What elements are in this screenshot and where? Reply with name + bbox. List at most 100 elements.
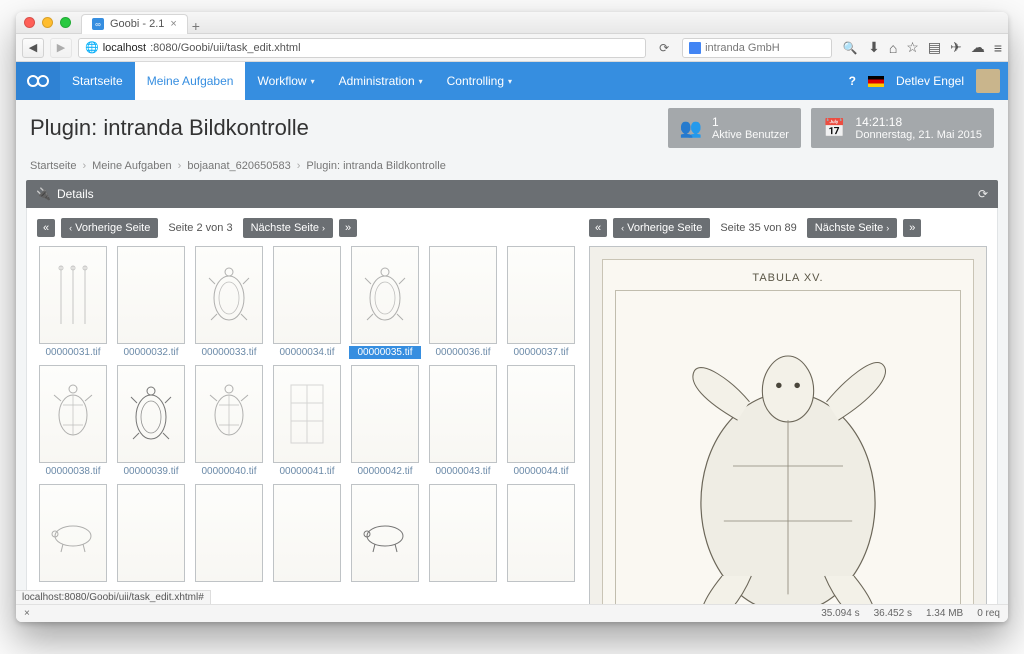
thumbnail[interactable]: 00000039.tif — [115, 365, 187, 478]
browser-search-field[interactable]: intranda GmbH — [682, 38, 832, 58]
thumbnail-image — [117, 484, 185, 582]
topnav: StartseiteMeine AufgabenWorkflow▾Adminis… — [16, 62, 1008, 100]
nav-item-administration[interactable]: Administration▾ — [327, 62, 435, 100]
minimize-window-button[interactable] — [42, 17, 53, 28]
preview-first-button[interactable]: « — [589, 219, 607, 237]
nav-item-controlling[interactable]: Controlling▾ — [435, 62, 524, 100]
tab-close-icon[interactable]: × — [170, 18, 176, 30]
preview-last-button[interactable]: » — [903, 219, 921, 237]
thumbnail-image — [351, 365, 419, 463]
brand-logo[interactable] — [16, 62, 60, 100]
thumbnail-image — [273, 484, 341, 582]
thumbnail[interactable]: 00000033.tif — [193, 246, 265, 359]
thumbnail[interactable] — [193, 484, 265, 586]
reload-button[interactable]: ⟳ — [652, 38, 676, 58]
date-label: Donnerstag, 21. Mai 2015 — [855, 129, 982, 141]
details-title: Details — [57, 187, 94, 201]
thumbnail-image — [351, 246, 419, 344]
search-go-icon[interactable]: 🔍 — [838, 38, 862, 58]
breadcrumb-item[interactable]: Meine Aufgaben — [92, 160, 172, 172]
nav-item-workflow[interactable]: Workflow▾ — [245, 62, 326, 100]
browser-window: ∞ Goobi - 2.1 × + ◀ ▶ 🌐 localhost:8080/G… — [16, 12, 1008, 622]
active-users-label: Aktive Benutzer — [712, 129, 789, 141]
status-bar: × 35.094 s 36.452 s 1.34 MB 0 req — [16, 604, 1008, 622]
thumbnail[interactable] — [115, 484, 187, 586]
browser-tab[interactable]: ∞ Goobi - 2.1 × — [81, 14, 188, 34]
clipboard-icon[interactable]: ▤ — [928, 39, 941, 56]
thumbnail[interactable]: 00000044.tif — [505, 365, 577, 478]
preview-next-button[interactable]: Nächste Seite› — [807, 218, 897, 238]
thumbnail-filename — [115, 584, 187, 586]
pager-first-button[interactable]: « — [37, 219, 55, 237]
thumbnail[interactable] — [427, 484, 499, 586]
thumbnail-filename: 00000036.tif — [427, 346, 499, 359]
thumbnail[interactable]: 00000032.tif — [115, 246, 187, 359]
thumbnail[interactable]: 00000043.tif — [427, 365, 499, 478]
download-icon[interactable]: ⬇ — [868, 39, 880, 56]
breadcrumb-item: Plugin: intranda Bildkontrolle — [306, 160, 445, 172]
pager-next-button[interactable]: Nächste Seite› — [243, 218, 333, 238]
star-icon[interactable]: ☆ — [906, 39, 919, 56]
thumbnail[interactable]: 00000038.tif — [37, 365, 109, 478]
thumbnail-filename — [193, 584, 265, 586]
thumbnail[interactable]: 00000041.tif — [271, 365, 343, 478]
forward-button[interactable]: ▶ — [50, 38, 72, 58]
thumbnail-image — [195, 246, 263, 344]
thumbnail[interactable]: 00000031.tif — [37, 246, 109, 359]
close-window-button[interactable] — [24, 17, 35, 28]
help-icon[interactable]: ? — [849, 74, 856, 88]
thumbnail-filename — [505, 584, 577, 586]
thumbnail-filename: 00000034.tif — [271, 346, 343, 359]
language-flag-icon[interactable] — [868, 76, 884, 87]
username[interactable]: Detlev Engel — [896, 74, 964, 88]
thumbnail[interactable] — [271, 484, 343, 586]
plate: TABULA XV. — [602, 259, 974, 614]
thumbnail[interactable]: 00000042.tif — [349, 365, 421, 478]
time-label: 14:21:18 — [855, 115, 982, 129]
thumbnail[interactable]: 00000035.tif — [349, 246, 421, 359]
thumbnail-image — [507, 246, 575, 344]
refresh-icon[interactable]: ⟳ — [978, 187, 988, 201]
pager-prev-button[interactable]: ‹Vorherige Seite — [61, 218, 158, 238]
status-close-icon[interactable]: × — [24, 608, 30, 619]
url-field[interactable]: 🌐 localhost:8080/Goobi/uii/task_edit.xht… — [78, 38, 646, 58]
thumbnail-column: « ‹Vorherige Seite Seite 2 von 3 Nächste… — [37, 218, 577, 622]
back-button[interactable]: ◀ — [22, 38, 44, 58]
home-icon[interactable]: ⌂ — [889, 40, 897, 56]
thumbnail[interactable] — [505, 484, 577, 586]
plate-frame — [615, 290, 961, 622]
preview-pager: « ‹Vorherige Seite Seite 35 von 89 Nächs… — [589, 218, 987, 238]
browser-toolbar-icons: ⬇ ⌂ ☆ ▤ ✈ ☁ ≡ — [868, 39, 1002, 56]
breadcrumb-item[interactable]: Startseite — [30, 160, 76, 172]
calendar-icon: 📅 — [823, 118, 845, 139]
thumbnail-filename — [427, 584, 499, 586]
new-tab-button[interactable]: + — [188, 18, 204, 34]
preview-image[interactable]: TABULA XV. — [589, 246, 987, 622]
chat-icon[interactable]: ☁ — [971, 39, 985, 56]
chevron-down-icon: ▾ — [311, 77, 315, 86]
thumbnail-filename: 00000038.tif — [37, 465, 109, 478]
url-rest: :8080/Goobi/uii/task_edit.xhtml — [150, 42, 300, 54]
avatar[interactable] — [976, 69, 1000, 93]
zoom-window-button[interactable] — [60, 17, 71, 28]
nav-item-meine-aufgaben[interactable]: Meine Aufgaben — [135, 62, 246, 100]
thumbnail[interactable] — [37, 484, 109, 586]
thumbnail[interactable]: 00000034.tif — [271, 246, 343, 359]
send-icon[interactable]: ✈ — [950, 39, 962, 56]
thumbnail-image — [195, 365, 263, 463]
thumbnail-grid: 00000031.tif00000032.tif00000033.tif0000… — [37, 246, 577, 586]
menu-icon[interactable]: ≡ — [994, 40, 1002, 56]
breadcrumb-separator: › — [297, 160, 301, 172]
breadcrumb-item[interactable]: bojaanat_620650583 — [187, 160, 290, 172]
thumbnail[interactable]: 00000040.tif — [193, 365, 265, 478]
preview-prev-button[interactable]: ‹Vorherige Seite — [613, 218, 710, 238]
thumbnail[interactable]: 00000036.tif — [427, 246, 499, 359]
nav-item-startseite[interactable]: Startseite — [60, 62, 135, 100]
thumbnail[interactable]: 00000037.tif — [505, 246, 577, 359]
pager-last-button[interactable]: » — [339, 219, 357, 237]
memory: 1.34 MB — [926, 608, 963, 619]
thumbnail-filename — [37, 584, 109, 586]
timing-1: 35.094 s — [821, 608, 859, 619]
datetime-card: 📅 14:21:18 Donnerstag, 21. Mai 2015 — [811, 108, 994, 148]
thumbnail[interactable] — [349, 484, 421, 586]
